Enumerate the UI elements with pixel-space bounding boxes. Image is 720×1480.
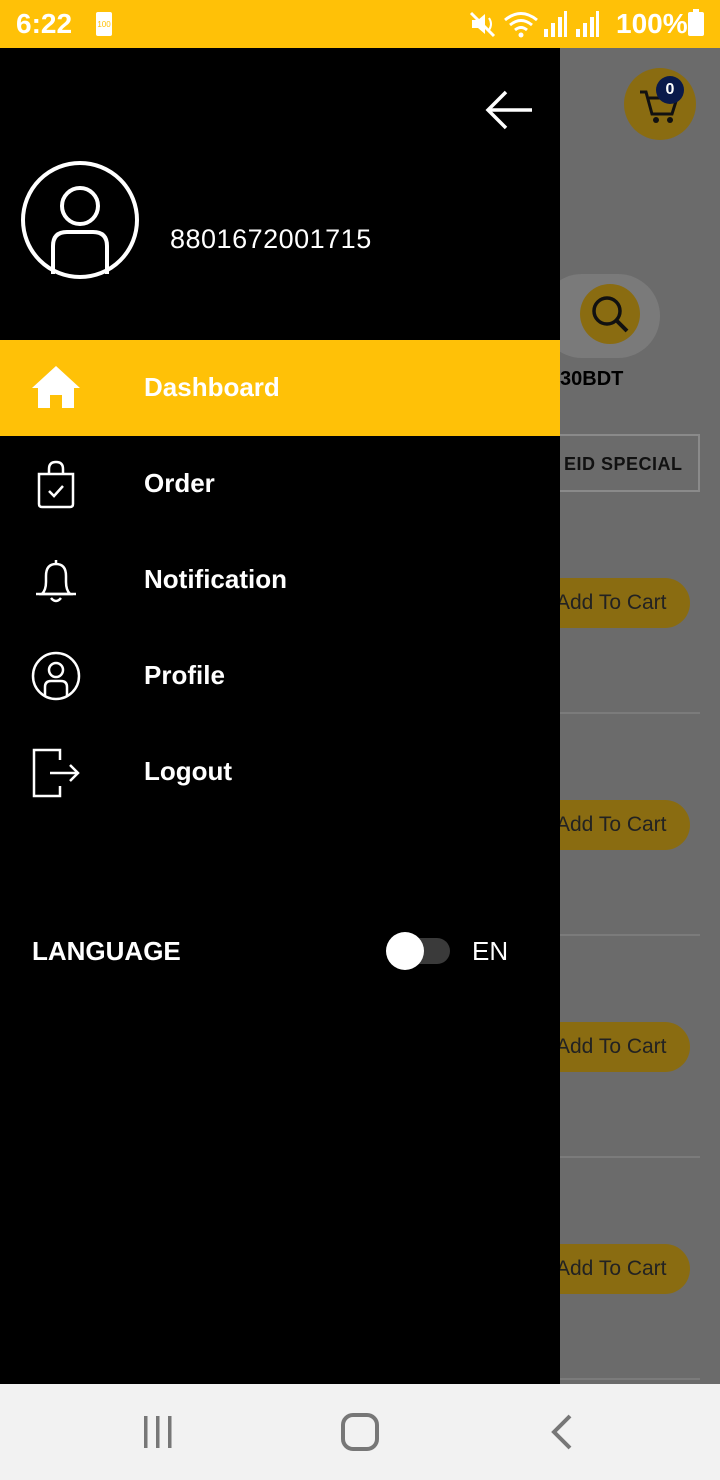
category-chip[interactable]: EID SPECIAL	[540, 434, 700, 492]
chevron-left-icon	[551, 1414, 572, 1450]
home-button[interactable]	[340, 1412, 380, 1452]
battery-icon	[688, 9, 704, 36]
language-label: LANGUAGE	[32, 936, 181, 966]
battery-saver-icon: 100	[96, 12, 112, 36]
cart-count-badge: 0	[656, 76, 684, 104]
divider	[540, 1156, 700, 1158]
signal-icon	[544, 11, 567, 37]
menu-item-order[interactable]: Order	[0, 436, 560, 532]
menu-label: Profile	[144, 660, 225, 690]
menu-item-profile[interactable]: Profile	[0, 628, 560, 724]
toggle-knob	[386, 932, 424, 970]
battery-percent: 100%	[616, 8, 688, 39]
bell-icon	[36, 560, 76, 603]
menu-label: Logout	[144, 756, 233, 786]
home-circle-icon	[341, 1413, 379, 1451]
menu-item-notification[interactable]: Notification	[0, 532, 560, 628]
divider	[540, 934, 700, 936]
system-nav-bar	[0, 1384, 720, 1480]
divider	[540, 1378, 700, 1380]
add-to-cart-label: Add To Cart	[556, 1257, 667, 1280]
arrow-left-icon	[485, 90, 532, 130]
search-icon	[592, 296, 629, 333]
menu-item-dashboard[interactable]: Dashboard	[0, 340, 560, 436]
menu-label: Order	[144, 468, 215, 498]
add-to-cart-label: Add To Cart	[556, 591, 667, 614]
menu-label: Notification	[144, 564, 287, 594]
shopping-bag-icon	[37, 460, 75, 509]
signal-icon	[576, 11, 599, 37]
status-icons	[468, 8, 600, 40]
price-text: 30BDT	[560, 368, 624, 390]
status-bar: 6:22 100 100%	[0, 0, 720, 48]
add-to-cart-label: Add To Cart	[556, 813, 667, 836]
avatar[interactable]	[20, 160, 140, 280]
mute-icon	[469, 11, 496, 38]
category-chip-label: EID SPECIAL	[564, 454, 683, 474]
menu-label: Dashboard	[144, 372, 280, 402]
language-toggle[interactable]	[386, 932, 450, 970]
back-button[interactable]	[542, 1412, 582, 1452]
user-avatar-icon	[21, 161, 139, 279]
search-button[interactable]	[580, 284, 640, 344]
language-value: EN	[472, 936, 509, 966]
status-time: 6:22	[16, 8, 73, 39]
add-to-cart-label: Add To Cart	[556, 1035, 667, 1058]
user-phone: 8801672001715	[170, 224, 372, 254]
menu-item-logout[interactable]: Logout	[0, 724, 560, 820]
home-icon	[32, 366, 80, 408]
divider	[540, 712, 700, 714]
logout-icon	[32, 748, 80, 798]
close-drawer-button[interactable]	[484, 88, 536, 132]
wifi-icon	[504, 12, 538, 38]
recent-apps-button[interactable]	[138, 1412, 178, 1452]
recent-apps-icon	[144, 1416, 172, 1448]
profile-icon	[31, 651, 81, 701]
navigation-drawer: 8801672001715 Dashboard Order Notificati…	[0, 48, 560, 1384]
battery-small-text: 100	[97, 20, 111, 29]
